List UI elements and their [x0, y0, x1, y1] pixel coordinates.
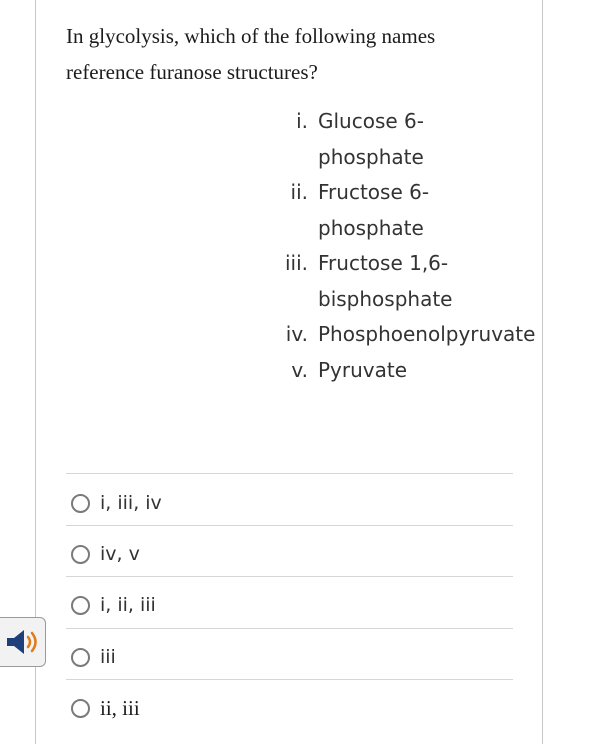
answer-option-5[interactable]: ii, iii: [71, 695, 140, 721]
answer-option-1[interactable]: i, iii, iv: [71, 490, 162, 516]
answer-label: i, ii, iii: [100, 594, 156, 616]
radio-button[interactable]: [71, 544, 90, 564]
statement-number: iv.: [285, 322, 308, 346]
statement-item-iv: iv. Phosphoenolpyruvate: [280, 317, 542, 353]
radio-button[interactable]: [71, 698, 90, 718]
statement-number: v.: [291, 357, 308, 382]
option-divider: [66, 525, 513, 526]
answer-label: iv, v: [100, 543, 140, 565]
option-divider: [66, 576, 513, 577]
statement-text: Fructose 6- phosphate: [318, 180, 430, 240]
option-divider: [66, 628, 513, 629]
statement-item-iii: iii. Fructose 1,6- bisphosphate: [280, 246, 542, 317]
statement-number: i.: [296, 109, 308, 133]
right-border-line: [542, 0, 543, 744]
statement-item-ii: ii. Fructose 6- phosphate: [280, 175, 542, 246]
answer-option-4[interactable]: iii: [71, 644, 116, 670]
answer-option-3[interactable]: i, ii, iii: [71, 592, 156, 618]
statement-text: Fructose 1,6- bisphosphate: [318, 251, 453, 311]
radio-button[interactable]: [71, 493, 90, 513]
question-line-2: reference furanose structures?: [66, 60, 318, 84]
option-divider: [66, 679, 513, 680]
statement-list: i. Glucose 6- phosphate ii. Fructose 6- ph…: [280, 104, 542, 388]
read-aloud-button[interactable]: [0, 617, 46, 667]
statement-text: Pyruvate: [318, 357, 408, 382]
speaker-body: [6, 630, 24, 654]
statement-number: ii.: [290, 180, 308, 204]
speaker-icon: [6, 630, 37, 654]
statement-item-i: i. Glucose 6- phosphate: [280, 104, 542, 175]
radio-button[interactable]: [71, 595, 90, 615]
sound-wave-outer: [30, 631, 37, 653]
statement-text: Phosphoenolpyruvate: [318, 322, 536, 346]
answer-label: i, iii, iv: [100, 492, 162, 514]
question-line-1: In glycolysis, which of the following na…: [66, 24, 436, 48]
answer-label: iii: [100, 646, 116, 668]
statement-number: iii.: [284, 251, 308, 275]
answer-option-2[interactable]: iv, v: [71, 541, 140, 567]
question-text: In glycolysis, which of the following na…: [66, 18, 506, 90]
option-divider: [66, 473, 513, 474]
radio-button[interactable]: [71, 647, 90, 667]
statement-item-v: v. Pyruvate: [280, 353, 542, 389]
answer-label: ii, iii: [100, 695, 140, 720]
statement-text: Glucose 6- phosphate: [318, 109, 424, 169]
sound-wave-inner: [26, 635, 31, 649]
